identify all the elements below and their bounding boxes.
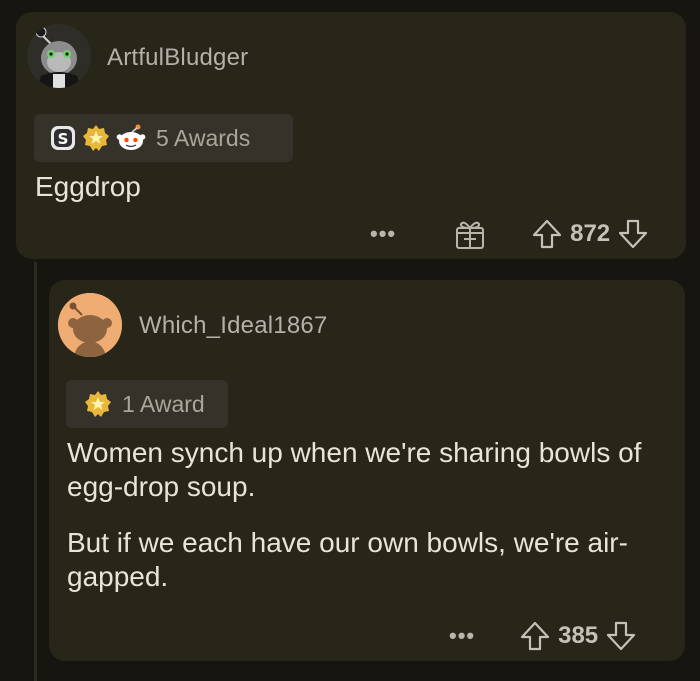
gift-icon [456,221,485,249]
svg-text:S: S [58,130,69,148]
comment-paragraph: But if we each have our own bowls, we're… [67,527,628,592]
reply-comment-card: Which_Ideal1867 1 Award Women synch up w… [49,280,685,661]
downvote-button[interactable] [617,218,649,250]
snoo-wholesome-icon [116,123,146,153]
comment-thread: ArtfulBludger S 5 Awards Eggdrop ••• 872… [0,0,700,681]
awards-badge[interactable]: 1 Award [66,380,228,428]
awards-badge[interactable]: S 5 Awards [34,114,293,162]
vote-score: 385 [558,622,599,649]
snoo-avatar-icon [27,24,91,88]
comment-actions: ••• 385 [449,614,637,658]
downvote-arrow-icon [607,621,636,651]
avatar[interactable] [58,293,122,357]
username[interactable]: Which_Ideal1867 [139,312,327,340]
silver-coin-icon: S [50,125,76,151]
vote-controls: 385 [519,620,637,652]
awards-count-label: 5 Awards [156,124,251,151]
downvote-arrow-icon [619,219,648,249]
comment-body: Eggdrop [35,171,141,202]
comment-card: ArtfulBludger S 5 Awards Eggdrop ••• 872 [16,12,686,259]
comment-paragraph: Women synch up when we're sharing bowls … [67,437,642,502]
vote-score: 872 [570,220,611,247]
avatar[interactable] [27,24,91,88]
comment-actions: ••• 872 [370,212,649,256]
gold-star-badge-icon [84,390,112,418]
give-award-button[interactable] [453,217,487,251]
gold-star-badge-icon [82,124,110,152]
thread-collapse-line[interactable] [34,262,37,681]
downvote-button[interactable] [605,620,637,652]
awards-count-label: 1 Award [122,390,205,417]
upvote-arrow-icon [521,621,550,651]
upvote-button[interactable] [519,620,551,652]
comment-body: Women synch up when we're sharing bowls … [67,436,677,616]
default-snoo-avatar-icon [58,293,122,357]
upvote-arrow-icon [533,219,562,249]
vote-controls: 872 [531,218,649,250]
username[interactable]: ArtfulBludger [107,44,248,72]
upvote-button[interactable] [531,218,563,250]
